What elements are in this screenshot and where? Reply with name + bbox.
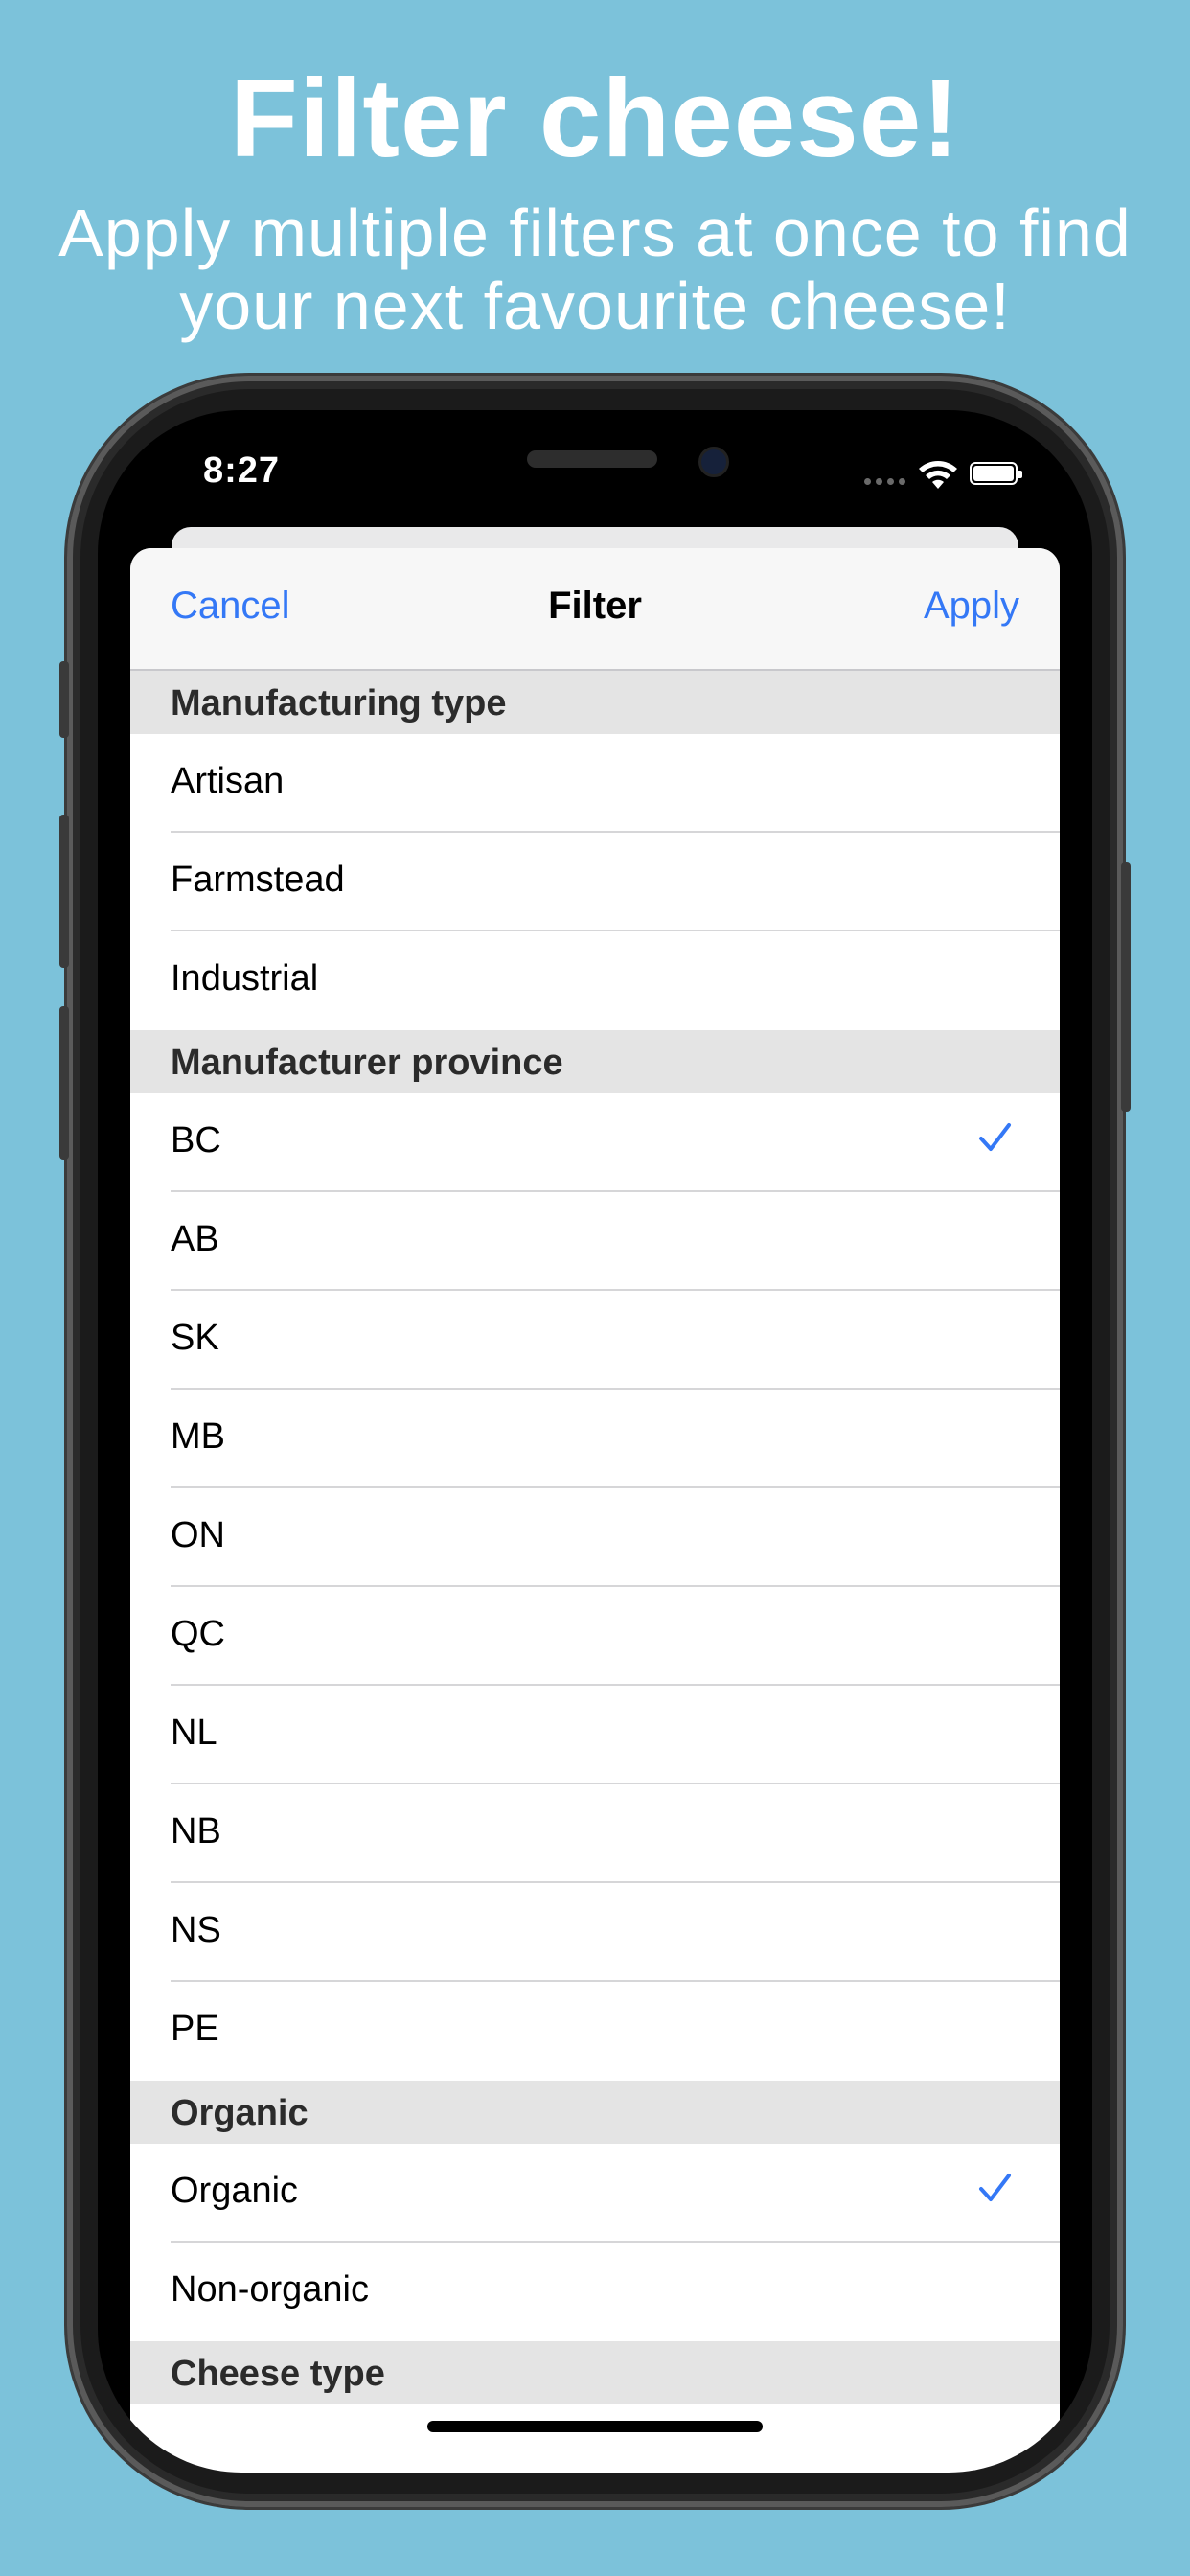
- filter-option-label: Artisan: [171, 761, 285, 801]
- promo-subtitle: Apply multiple filters at once to find y…: [58, 196, 1132, 343]
- volume-down-button: [59, 1006, 69, 1160]
- filter-option-row[interactable]: PE: [171, 1982, 1060, 2081]
- filter-option-row[interactable]: Non-organic: [171, 2242, 1060, 2341]
- filter-option-row[interactable]: SK: [171, 1291, 1060, 1390]
- filter-option-label: SK: [171, 1318, 219, 1358]
- apply-button[interactable]: Apply: [924, 585, 1019, 628]
- filter-option-label: Farmstead: [171, 860, 345, 900]
- section-header: Organic: [130, 2081, 1060, 2144]
- filter-option-row[interactable]: NL: [171, 1686, 1060, 1784]
- checkmark-icon: [975, 2169, 1014, 2207]
- filter-option-row[interactable]: NB: [171, 1784, 1060, 1883]
- filter-option-row[interactable]: BC: [171, 1093, 1060, 1192]
- filter-option-label: NS: [171, 1910, 221, 1950]
- filter-option-label: BC: [171, 1120, 221, 1161]
- promo-title: Filter cheese!: [230, 56, 960, 180]
- section-header: Cheese type: [130, 2341, 1060, 2404]
- filter-option-row[interactable]: Organic: [171, 2144, 1060, 2242]
- filter-option-row[interactable]: Industrial: [171, 932, 1060, 1030]
- section-header: Manufacturing type: [130, 671, 1060, 734]
- battery-icon: [970, 462, 1022, 485]
- filter-option-row[interactable]: MB: [171, 1390, 1060, 1488]
- filter-option-label: ON: [171, 1515, 225, 1555]
- filter-option-label: PE: [171, 2009, 219, 2049]
- nav-bar: Cancel Filter Apply: [130, 548, 1060, 671]
- filter-option-row[interactable]: Farmstead: [171, 833, 1060, 932]
- wifi-icon: [919, 461, 957, 489]
- signal-icon: [864, 478, 905, 485]
- filter-option-row[interactable]: QC: [171, 1587, 1060, 1686]
- notch-speaker: [527, 450, 657, 468]
- filter-list: Manufacturing type Artisan Farmstead Indust…: [130, 671, 1060, 2404]
- filter-option-label: Non-organic: [171, 2269, 369, 2310]
- section-header: Manufacturer province: [130, 1030, 1060, 1093]
- filter-option-label: Organic: [171, 2171, 299, 2211]
- volume-up-button: [59, 815, 69, 968]
- power-button: [1121, 862, 1131, 1112]
- checkmark-icon: [975, 1118, 1014, 1157]
- status-time: 8:27: [203, 450, 281, 491]
- filter-option-label: NL: [171, 1713, 217, 1753]
- silent-switch: [59, 661, 69, 738]
- filter-option-row[interactable]: AB: [171, 1192, 1060, 1291]
- filter-option-label: AB: [171, 1219, 219, 1259]
- filter-option-row[interactable]: ON: [171, 1488, 1060, 1587]
- home-indicator[interactable]: [427, 2421, 763, 2432]
- phone-screen: 8:27 Cancel Filter Apply Manufacturing t…: [98, 410, 1092, 2472]
- filter-sheet: Cancel Filter Apply Manufacturing type Ar…: [130, 548, 1060, 2472]
- filter-option-label: MB: [171, 1416, 225, 1457]
- nav-title: Filter: [548, 585, 642, 627]
- filter-option-label: QC: [171, 1614, 225, 1654]
- filter-option-row[interactable]: Artisan: [171, 734, 1060, 833]
- filter-option-label: NB: [171, 1811, 221, 1852]
- filter-option-label: Industrial: [171, 958, 319, 999]
- front-camera-icon: [698, 447, 729, 477]
- filter-option-row[interactable]: NS: [171, 1883, 1060, 1982]
